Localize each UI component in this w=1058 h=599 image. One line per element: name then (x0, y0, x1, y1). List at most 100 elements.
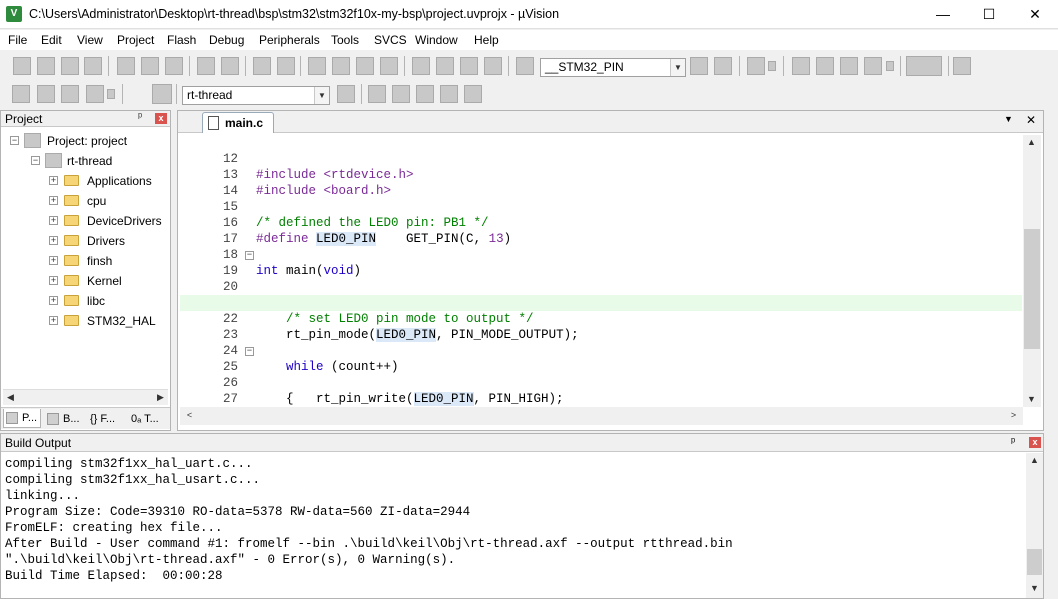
close-tab-icon[interactable]: ✕ (1026, 113, 1036, 127)
minimize-button[interactable]: — (920, 0, 966, 29)
tree-target-rt-thread[interactable]: − rt-thread (1, 152, 170, 170)
clear-bookmarks-icon[interactable] (380, 57, 398, 75)
tab-list-dropdown-icon[interactable]: ▼ (1004, 114, 1013, 124)
menu-flash[interactable]: Flash (167, 33, 196, 47)
target-options-icon[interactable] (337, 85, 355, 103)
bookmark-icon[interactable] (308, 57, 326, 75)
chevron-down-icon[interactable] (886, 61, 894, 71)
navigate-forward-icon[interactable] (277, 57, 295, 75)
tree-group-devicedrivers[interactable]: + DeviceDrivers (1, 212, 170, 230)
disable-all-breakpoints-icon[interactable] (840, 57, 858, 75)
scroll-right-icon[interactable]: > (1006, 408, 1021, 423)
tree-group-cpu[interactable]: + cpu (1, 192, 170, 210)
incremental-find-icon[interactable] (714, 57, 732, 75)
comment-selection-icon[interactable] (460, 57, 478, 75)
rebuild-icon[interactable] (61, 85, 79, 103)
expand-icon[interactable]: + (49, 216, 58, 225)
menu-project[interactable]: Project (117, 33, 154, 47)
debug-session-icon[interactable] (747, 57, 765, 75)
open-file-icon[interactable] (37, 57, 55, 75)
chevron-down-icon[interactable] (768, 61, 776, 71)
tab-functions[interactable]: {} F... (85, 409, 123, 428)
undo-icon[interactable] (197, 57, 215, 75)
pin-icon[interactable]: ᵖ (1011, 436, 1015, 448)
expand-icon[interactable]: + (49, 256, 58, 265)
scroll-left-icon[interactable]: < (182, 408, 197, 423)
window-layout-icon[interactable] (906, 56, 942, 76)
tab-main-c[interactable]: main.c (202, 112, 274, 133)
expand-icon[interactable]: + (49, 176, 58, 185)
save-icon[interactable] (61, 57, 79, 75)
scroll-left-icon[interactable]: ◀ (3, 390, 18, 405)
kill-all-breakpoints-icon[interactable] (864, 57, 882, 75)
menu-peripherals[interactable]: Peripherals (259, 33, 320, 47)
find-combo[interactable]: __STM32_PIN ▼ (540, 58, 686, 77)
disable-breakpoint-icon[interactable] (816, 57, 834, 75)
software-packs-icon[interactable] (464, 85, 482, 103)
scroll-right-icon[interactable]: ▶ (153, 390, 168, 405)
build-output-vertical-scrollbar[interactable]: ▲ ▼ (1026, 453, 1043, 598)
scroll-down-icon[interactable]: ▼ (1024, 392, 1039, 407)
uncomment-selection-icon[interactable] (484, 57, 502, 75)
tab-project[interactable]: P... (3, 409, 41, 428)
menu-edit[interactable]: Edit (41, 33, 62, 47)
select-packs-icon[interactable] (392, 85, 410, 103)
expand-icon[interactable]: + (49, 276, 58, 285)
menu-view[interactable]: View (77, 33, 103, 47)
close-window-button[interactable]: ✕ (1012, 0, 1058, 29)
expand-icon[interactable]: + (49, 316, 58, 325)
manage-project-items-icon[interactable] (368, 85, 386, 103)
manage-run-time-environment-icon[interactable] (416, 85, 434, 103)
expand-icon[interactable]: + (49, 196, 58, 205)
tab-templates[interactable]: 0ₐ T... (126, 409, 166, 428)
tree-root-project[interactable]: − Project: project (1, 132, 170, 150)
save-all-icon[interactable] (84, 57, 102, 75)
collapse-icon[interactable]: − (10, 136, 19, 145)
close-icon[interactable]: x (155, 113, 167, 124)
chevron-down-icon[interactable] (107, 89, 115, 99)
scroll-up-icon[interactable]: ▲ (1027, 453, 1042, 468)
pack-installer-icon[interactable] (440, 85, 458, 103)
translate-icon[interactable] (12, 85, 30, 103)
new-file-icon[interactable] (13, 57, 31, 75)
editor-vertical-scrollbar[interactable]: ▲ ▼ (1023, 135, 1041, 407)
scroll-down-icon[interactable]: ▼ (1027, 581, 1042, 596)
redo-icon[interactable] (221, 57, 239, 75)
tree-group-stm32-hal[interactable]: + STM32_HAL (1, 312, 170, 330)
menu-tools[interactable]: Tools (331, 33, 359, 47)
paste-icon[interactable] (165, 57, 183, 75)
tree-group-kernel[interactable]: + Kernel (1, 272, 170, 290)
build-output-text[interactable]: compiling stm32f1xx_hal_uart.c... compil… (5, 456, 1025, 584)
menu-svcs[interactable]: SVCS (374, 33, 407, 47)
cut-icon[interactable] (117, 57, 135, 75)
code-editor[interactable]: 12 #include <rtdevice.h> 13 #include <bo… (180, 135, 1022, 407)
menu-help[interactable]: Help (474, 33, 499, 47)
menu-file[interactable]: File (8, 33, 27, 47)
chevron-down-icon[interactable]: ▼ (314, 87, 329, 104)
project-horizontal-scrollbar[interactable]: ◀ ▶ (3, 389, 168, 405)
tree-group-applications[interactable]: + Applications (1, 172, 170, 190)
scrollbar-thumb[interactable] (1024, 229, 1040, 349)
previous-bookmark-icon[interactable] (332, 57, 350, 75)
indent-icon[interactable] (412, 57, 430, 75)
scrollbar-thumb[interactable] (1027, 549, 1042, 575)
configure-icon[interactable] (953, 57, 971, 75)
navigate-back-icon[interactable] (253, 57, 271, 75)
copy-icon[interactable] (141, 57, 159, 75)
menu-window[interactable]: Window (415, 33, 458, 47)
pin-icon[interactable]: ᵖ (138, 111, 142, 123)
fold-toggle-icon[interactable]: − (245, 347, 254, 356)
maximize-button[interactable]: ☐ (966, 0, 1012, 29)
expand-icon[interactable]: + (49, 296, 58, 305)
scroll-up-icon[interactable]: ▲ (1024, 135, 1039, 150)
chevron-down-icon[interactable]: ▼ (670, 59, 685, 76)
tab-books[interactable]: B... (44, 409, 82, 428)
batch-build-icon[interactable] (86, 85, 104, 103)
tree-group-libc[interactable]: + libc (1, 292, 170, 310)
build-icon[interactable] (37, 85, 55, 103)
close-icon[interactable]: x (1029, 437, 1041, 448)
fold-toggle-icon[interactable]: − (245, 251, 254, 260)
menu-debug[interactable]: Debug (209, 33, 244, 47)
unindent-icon[interactable] (436, 57, 454, 75)
next-bookmark-icon[interactable] (356, 57, 374, 75)
